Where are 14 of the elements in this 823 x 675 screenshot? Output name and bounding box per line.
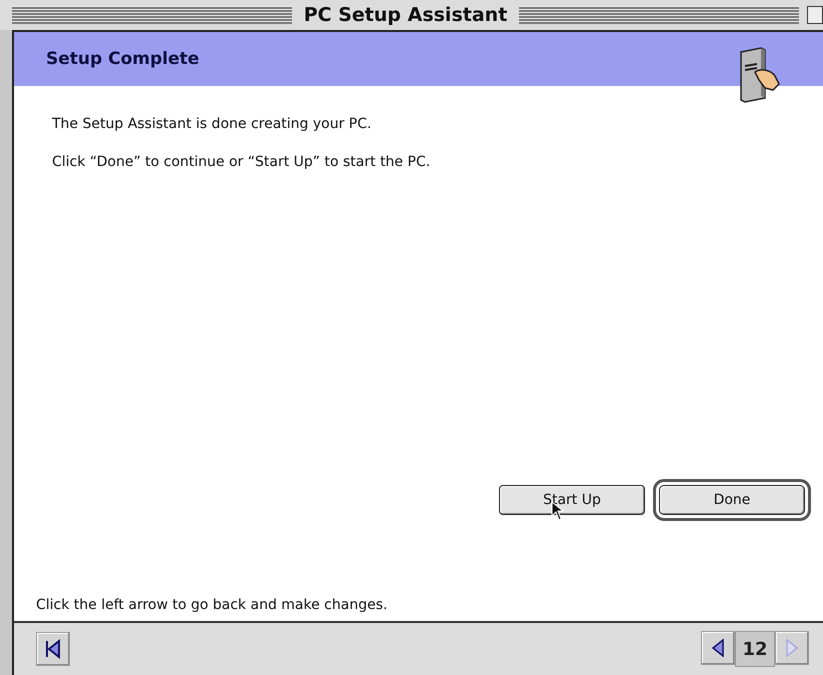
first-page-arrow-icon	[44, 639, 62, 659]
start-up-button[interactable]: Start Up	[499, 485, 645, 515]
first-page-button[interactable]	[36, 632, 70, 666]
right-arrow-icon	[785, 638, 799, 658]
message-text: The Setup Assistant is done creating your PC.	[52, 116, 372, 132]
back-button[interactable]	[701, 631, 735, 665]
title-bar-stripes[interactable]	[519, 6, 800, 24]
title-bar-stripes[interactable]	[12, 6, 292, 24]
zoom-box-icon[interactable]	[807, 6, 823, 24]
message-text: Click “Done” to continue or “Start Up” to start the PC.	[52, 154, 432, 170]
hint-text: Click the left arrow to go back and make changes.	[35, 597, 388, 615]
page-number: 12	[735, 631, 775, 667]
left-arrow-icon	[711, 638, 725, 658]
step-title: Setup Complete	[46, 49, 200, 69]
